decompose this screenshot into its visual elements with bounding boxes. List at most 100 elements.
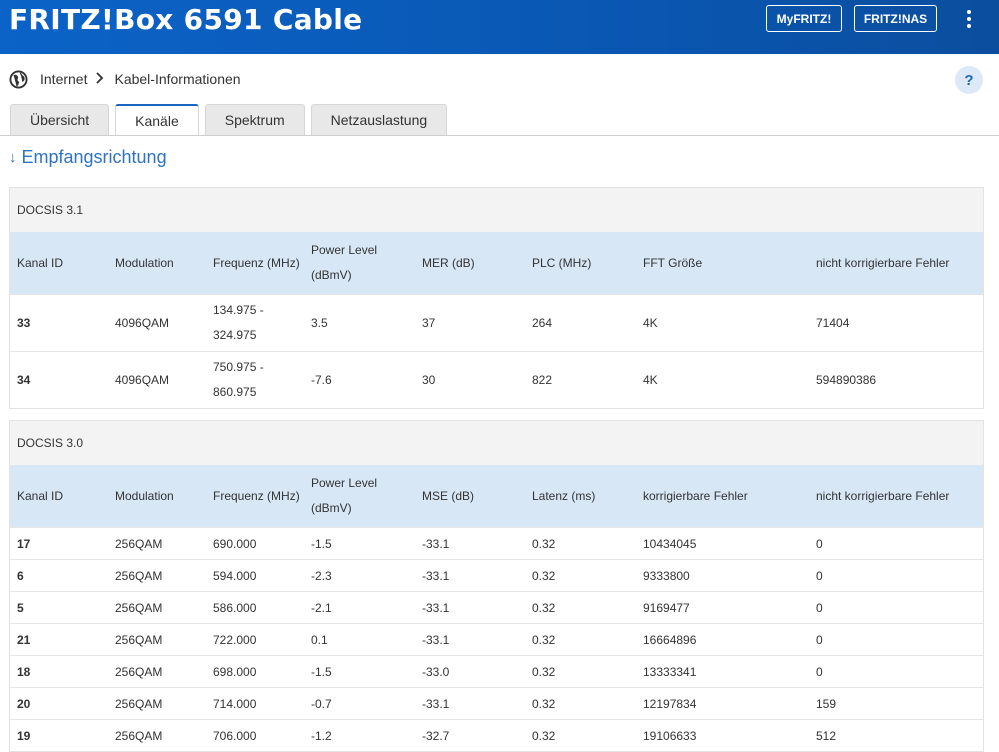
table-cell: -7.6 [304, 351, 415, 408]
more-menu-icon[interactable] [962, 8, 976, 30]
table-cell: 5 [10, 591, 108, 624]
table-cell: 159 [809, 687, 983, 720]
table-cell: 690.000 [206, 527, 304, 560]
table-cell: 0 [809, 559, 983, 592]
table-cell: 71404 [809, 294, 983, 352]
section-title-label: Empfangsrichtung [21, 147, 167, 167]
table-cell: 0.32 [525, 559, 636, 592]
table-cell: 4096QAM [108, 294, 206, 352]
docsis30-panel: DOCSIS 3.0 Kanal ID Modulation Frequenz (M… [9, 420, 984, 752]
table-cell: 750.975 - 860.975 [206, 351, 304, 408]
table-cell: 0 [809, 655, 983, 688]
table-cell: 17 [10, 527, 108, 560]
docsis31-panel: DOCSIS 3.1 Kanal ID Modulation Frequenz (M… [9, 187, 984, 409]
table-cell: 714.000 [206, 687, 304, 720]
table-cell: 9169477 [636, 591, 809, 624]
table-cell: -2.3 [304, 559, 415, 592]
table-cell: 0.32 [525, 687, 636, 720]
table-cell: 0 [809, 591, 983, 624]
table-cell: 586.000 [206, 591, 304, 624]
table-row: 19 256QAM 706.000 -1.2 -32.7 0.32 19106633 512 [10, 719, 983, 751]
table-cell: 16664896 [636, 623, 809, 656]
docsis31-title: DOCSIS 3.1 [10, 188, 983, 232]
fritznas-button[interactable]: FRITZ!NAS [854, 5, 937, 32]
column-header: Modulation [108, 232, 206, 295]
table-row: 33 4096QAM 134.975 - 324.975 3.5 37 264 4K 7140… [10, 294, 983, 352]
table-cell: 134.975 - 324.975 [206, 294, 304, 352]
tab-spektrum[interactable]: Spektrum [204, 104, 305, 135]
table-cell: -33.1 [415, 623, 525, 656]
table-cell: 256QAM [108, 559, 206, 592]
table-cell: 18 [10, 655, 108, 688]
breadcrumb-internet[interactable]: Internet [40, 71, 87, 87]
table-cell: 256QAM [108, 687, 206, 720]
table-row: 21 256QAM 722.000 0.1 -33.1 0.32 16664896 0 [10, 623, 983, 656]
column-header: Kanal ID [10, 465, 108, 528]
table-row: 17 256QAM 690.000 -1.5 -33.1 0.32 10434045 0 [10, 527, 983, 560]
table-cell: 20 [10, 687, 108, 720]
table-cell: 19 [10, 719, 108, 751]
help-button[interactable]: ? [955, 66, 983, 94]
table-cell: 822 [525, 351, 636, 408]
column-header: Kanal ID [10, 232, 108, 295]
table-cell: -33.1 [415, 527, 525, 560]
tab-divider [0, 135, 999, 136]
product-title: FRITZ!Box 6591 Cable [9, 3, 363, 36]
column-header: Frequenz (MHz) [206, 465, 304, 528]
table-cell: -2.1 [304, 591, 415, 624]
column-header: Power Level (dBmV) [304, 465, 415, 528]
tab-kanaele[interactable]: Kanäle [115, 104, 199, 136]
table-cell: 256QAM [108, 527, 206, 560]
table-row: 6 256QAM 594.000 -2.3 -33.1 0.32 9333800 0 [10, 559, 983, 592]
table-cell: 0 [809, 623, 983, 656]
table-cell: -33.1 [415, 687, 525, 720]
docsis31-table: Kanal ID Modulation Frequenz (MHz) Power Le… [10, 232, 983, 408]
table-cell: -1.5 [304, 655, 415, 688]
myfritz-button[interactable]: MyFRITZ! [766, 5, 842, 32]
column-header: MSE (dB) [415, 465, 525, 528]
table-cell: 13333341 [636, 655, 809, 688]
table-cell: 4K [636, 294, 809, 352]
table-cell: 30 [415, 351, 525, 408]
docsis30-table: Kanal ID Modulation Frequenz (MHz) Power Le… [10, 465, 983, 751]
table-cell: 4K [636, 351, 809, 408]
table-cell: 594890386 [809, 351, 983, 408]
table-cell: 3.5 [304, 294, 415, 352]
column-header: Frequenz (MHz) [206, 232, 304, 295]
table-row: 5 256QAM 586.000 -2.1 -33.1 0.32 9169477 0 [10, 591, 983, 624]
table-cell: 9333800 [636, 559, 809, 592]
table-row: 34 4096QAM 750.975 - 860.975 -7.6 30 822 4K 594… [10, 351, 983, 408]
top-bar: FRITZ!Box 6591 Cable MyFRITZ! FRITZ!NAS [0, 0, 999, 54]
globe-icon [9, 69, 28, 89]
table-cell: 0.32 [525, 623, 636, 656]
column-header: nicht korrigierbare Fehler [809, 232, 983, 295]
table-cell: 594.000 [206, 559, 304, 592]
table-cell: 722.000 [206, 623, 304, 656]
tab-uebersicht[interactable]: Übersicht [10, 104, 110, 135]
table-cell: 256QAM [108, 623, 206, 656]
table-cell: -33.1 [415, 591, 525, 624]
table-cell: 256QAM [108, 719, 206, 751]
column-header: nicht korrigierbare Fehler [809, 465, 983, 528]
chevron-right-icon [95, 71, 104, 87]
table-cell: -0.7 [304, 687, 415, 720]
section-title[interactable]: ↓ Empfangsrichtung [9, 147, 167, 168]
tab-netzauslastung[interactable]: Netzauslastung [310, 104, 448, 135]
arrow-down-icon: ↓ [9, 149, 17, 166]
column-header: MER (dB) [415, 232, 525, 295]
table-row: 18 256QAM 698.000 -1.5 -33.0 0.32 13333341 0 [10, 655, 983, 688]
table-cell: 0.1 [304, 623, 415, 656]
table-cell: 37 [415, 294, 525, 352]
table-cell: 4096QAM [108, 351, 206, 408]
column-header: Latenz (ms) [525, 465, 636, 528]
column-header: korrigierbare Fehler [636, 465, 809, 528]
docsis30-title: DOCSIS 3.0 [10, 421, 983, 465]
table-cell: 706.000 [206, 719, 304, 751]
table-cell: -33.0 [415, 655, 525, 688]
table-cell: 0.32 [525, 591, 636, 624]
column-header: Power Level (dBmV) [304, 232, 415, 295]
table-row: 20 256QAM 714.000 -0.7 -33.1 0.32 12197834 159 [10, 687, 983, 720]
column-header: FFT Größe [636, 232, 809, 295]
table-cell: 6 [10, 559, 108, 592]
table-cell: -32.7 [415, 719, 525, 751]
